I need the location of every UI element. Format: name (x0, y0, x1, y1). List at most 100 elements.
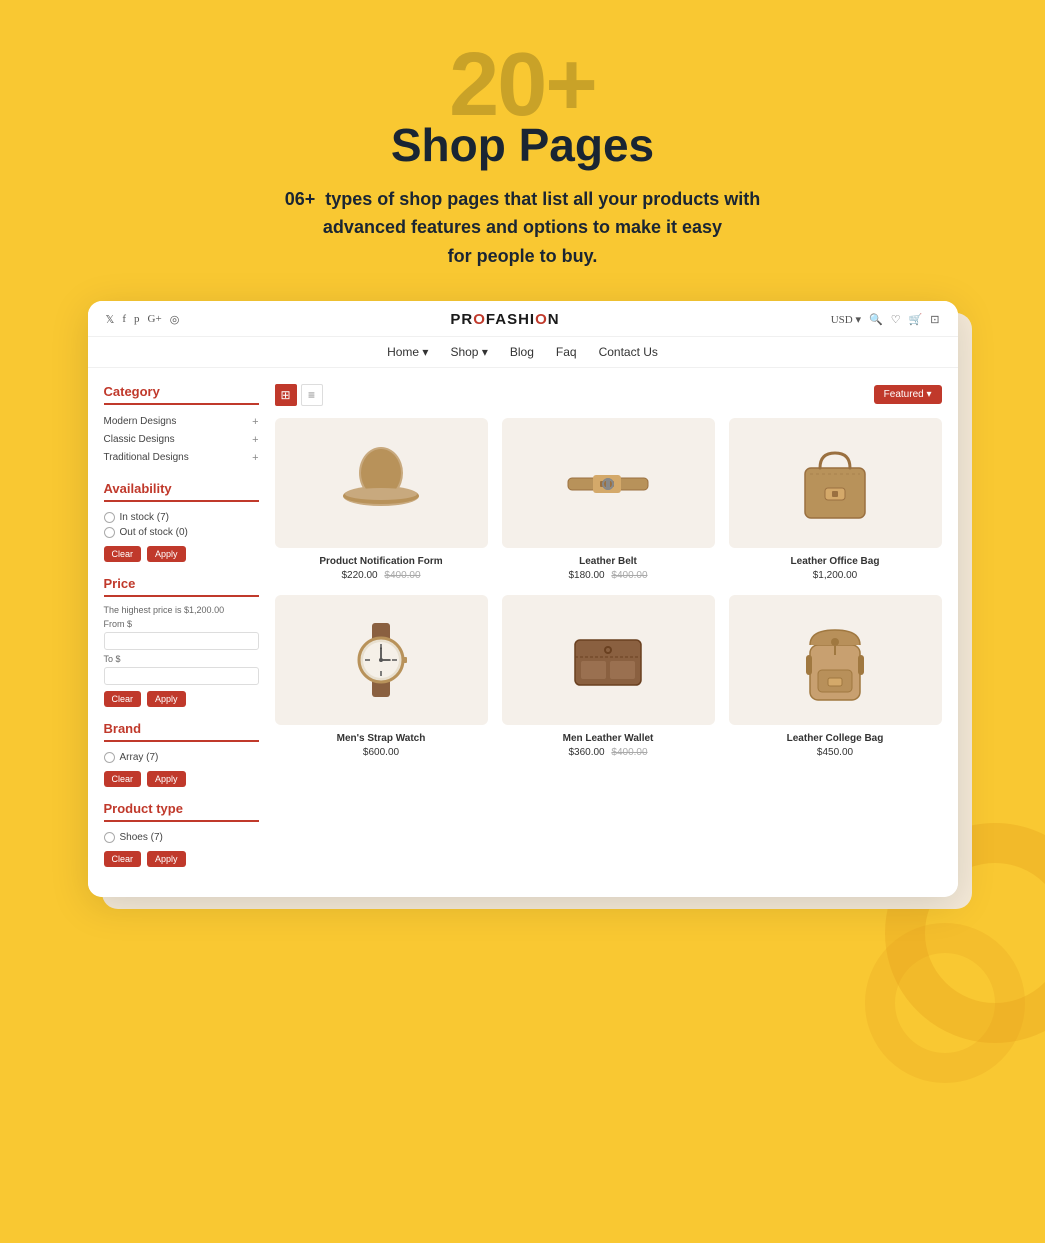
category-traditional[interactable]: Traditional Designs + (104, 449, 259, 467)
facebook-icon[interactable]: f (122, 313, 126, 325)
price-clear-button[interactable]: Clear (104, 691, 142, 707)
sidebar-product-type-section: Product type Shoes (7) Clear Apply (104, 801, 259, 867)
sort-label: Featured ▾ (884, 389, 932, 400)
top-actions: USD ▾ 🔍 ♡ 🛒 ⊡ (831, 313, 940, 326)
cart-icon[interactable]: 🛒 (909, 313, 923, 326)
brand-apply-button[interactable]: Apply (147, 771, 186, 787)
sort-dropdown[interactable]: Featured ▾ (874, 385, 942, 404)
wallet-svg (563, 615, 653, 705)
radio-icon (104, 527, 115, 538)
product-name-wallet: Men Leather Wallet (502, 733, 715, 744)
product-type-shoes[interactable]: Shoes (7) (104, 830, 259, 845)
nav-faq[interactable]: Faq (556, 345, 577, 359)
product-type-clear-button[interactable]: Clear (104, 851, 142, 867)
sidebar: Category Modern Designs + Classic Design… (104, 384, 259, 881)
product-card-college-bag[interactable]: Leather College Bag $450.00 (729, 595, 942, 758)
category-traditional-label: Traditional Designs (104, 452, 189, 463)
category-modern[interactable]: Modern Designs + (104, 413, 259, 431)
office-bag-svg (790, 438, 880, 528)
instagram-icon[interactable]: ◎ (170, 313, 180, 326)
from-label: From $ (104, 619, 259, 629)
brand-title: Brand (104, 721, 259, 742)
price-apply-button[interactable]: Apply (147, 691, 186, 707)
radio-icon (104, 512, 115, 523)
product-name-belt: Leather Belt (502, 556, 715, 567)
wishlist-icon[interactable]: ♡ (891, 313, 901, 326)
expand-icon: + (252, 434, 258, 446)
sidebar-price-section: Price The highest price is $1,200.00 Fro… (104, 576, 259, 707)
nav-home[interactable]: Home ▾ (387, 345, 428, 359)
currency-selector[interactable]: USD ▾ (831, 313, 861, 326)
product-price-hat: $220.00 $400.00 (275, 570, 488, 581)
brand-buttons: Clear Apply (104, 771, 259, 787)
search-icon[interactable]: 🔍 (869, 313, 883, 326)
product-price-watch: $600.00 (275, 747, 488, 758)
nav-shop[interactable]: Shop ▾ (450, 345, 487, 359)
list-view-button[interactable]: ≡ (301, 384, 323, 406)
google-plus-icon[interactable]: G+ (148, 313, 162, 325)
twitter-icon[interactable]: 𝕏 (106, 313, 115, 326)
product-price-wallet: $360.00 $400.00 (502, 747, 715, 758)
hero-title: Shop Pages (285, 120, 761, 171)
product-type-shoes-label: Shoes (7) (120, 832, 163, 843)
price-hint: The highest price is $1,200.00 (104, 605, 259, 615)
browser-topbar: 𝕏 f p G+ ◎ PROFASHION USD ▾ 🔍 ♡ 🛒 ⊡ (88, 301, 958, 337)
product-card-office-bag[interactable]: Leather Office Bag $1,200.00 (729, 418, 942, 581)
category-classic[interactable]: Classic Designs + (104, 431, 259, 449)
brand-array[interactable]: Array (7) (104, 750, 259, 765)
product-card-watch[interactable]: Men's Strap Watch $600.00 (275, 595, 488, 758)
account-icon[interactable]: ⊡ (930, 313, 939, 326)
brand-array-label: Array (7) (120, 752, 159, 763)
product-type-apply-button[interactable]: Apply (147, 851, 186, 867)
product-card-belt[interactable]: Leather Belt $180.00 $400.00 (502, 418, 715, 581)
product-grid-area: ⊞ ≡ Featured ▾ (275, 384, 942, 881)
browser-navbar: Home ▾ Shop ▾ Blog Faq Contact Us (88, 337, 958, 368)
product-grid: Product Notification Form $220.00 $400.0… (275, 418, 942, 758)
brand-clear-button[interactable]: Clear (104, 771, 142, 787)
expand-icon: + (252, 452, 258, 464)
availability-out-of-stock[interactable]: Out of stock (0) (104, 525, 259, 540)
college-bag-svg (790, 615, 880, 705)
browser-wrapper: 𝕏 f p G+ ◎ PROFASHION USD ▾ 🔍 ♡ 🛒 ⊡ Home… (88, 301, 958, 897)
product-image-watch (275, 595, 488, 725)
availability-buttons: Clear Apply (104, 546, 259, 562)
product-price-college-bag: $450.00 (729, 747, 942, 758)
bg-decoration-2 (865, 923, 1025, 1083)
watch-svg (336, 615, 426, 705)
product-card-wallet[interactable]: Men Leather Wallet $360.00 $400.00 (502, 595, 715, 758)
expand-icon: + (252, 416, 258, 428)
availability-apply-button[interactable]: Apply (147, 546, 186, 562)
hero-number: 20+ (285, 40, 761, 130)
pinterest-icon[interactable]: p (134, 313, 140, 325)
hero-description: 06+ types of shop pages that list all yo… (285, 185, 761, 271)
product-name-college-bag: Leather College Bag (729, 733, 942, 744)
to-label: To $ (104, 654, 259, 664)
category-modern-label: Modern Designs (104, 416, 177, 427)
out-of-stock-label: Out of stock (0) (120, 527, 188, 538)
price-to-input[interactable] (104, 667, 259, 685)
belt-svg (563, 438, 653, 528)
view-icons: ⊞ ≡ (275, 384, 323, 406)
price-buttons: Clear Apply (104, 691, 259, 707)
browser-window: 𝕏 f p G+ ◎ PROFASHION USD ▾ 🔍 ♡ 🛒 ⊡ Home… (88, 301, 958, 897)
radio-icon (104, 832, 115, 843)
grid-view-button[interactable]: ⊞ (275, 384, 297, 406)
product-name-office-bag: Leather Office Bag (729, 556, 942, 567)
availability-in-stock[interactable]: In stock (7) (104, 510, 259, 525)
hero-section: 20+ Shop Pages 06+ types of shop pages t… (285, 40, 761, 271)
shop-content: Category Modern Designs + Classic Design… (88, 368, 958, 897)
nav-contact[interactable]: Contact Us (599, 345, 658, 359)
product-price-office-bag: $1,200.00 (729, 570, 942, 581)
in-stock-label: In stock (7) (120, 512, 169, 523)
availability-title: Availability (104, 481, 259, 502)
product-image-wallet (502, 595, 715, 725)
availability-clear-button[interactable]: Clear (104, 546, 142, 562)
sidebar-availability-section: Availability In stock (7) Out of stock (… (104, 481, 259, 562)
price-title: Price (104, 576, 259, 597)
product-image-belt (502, 418, 715, 548)
price-from-input[interactable] (104, 632, 259, 650)
product-card-hat[interactable]: Product Notification Form $220.00 $400.0… (275, 418, 488, 581)
product-image-office-bag (729, 418, 942, 548)
radio-icon (104, 752, 115, 763)
nav-blog[interactable]: Blog (510, 345, 534, 359)
